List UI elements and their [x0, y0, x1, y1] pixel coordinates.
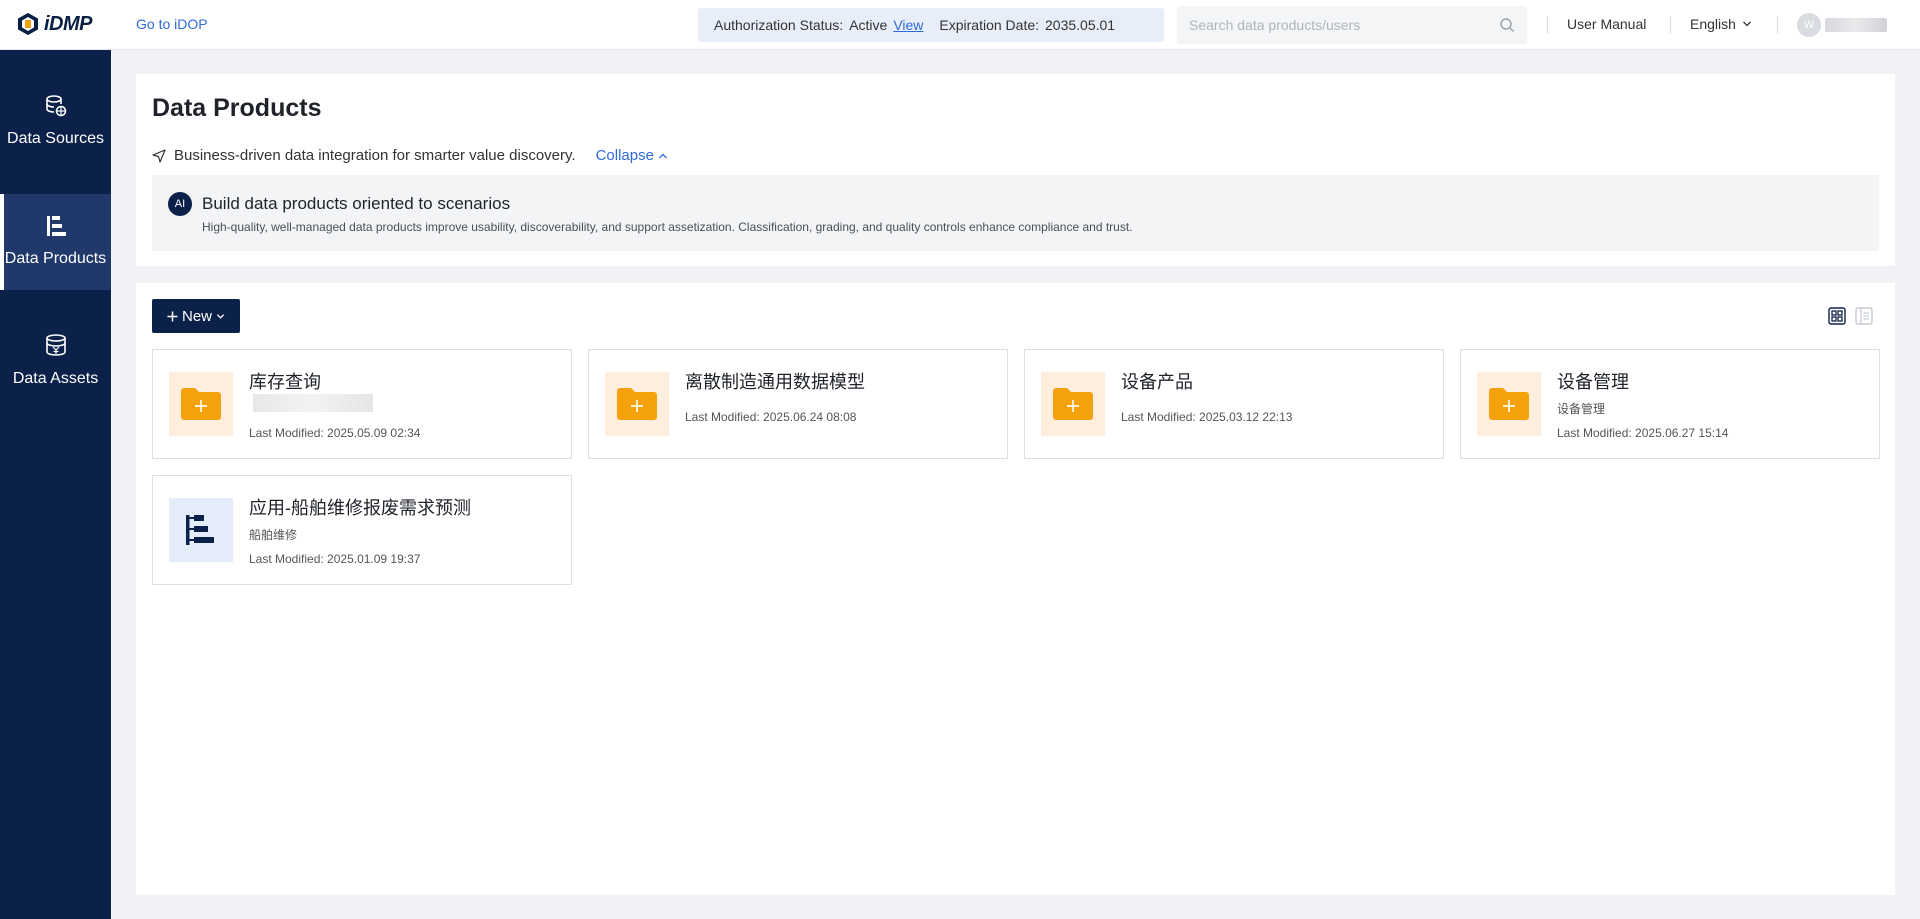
user-manual-link[interactable]: User Manual [1567, 16, 1646, 32]
product-card[interactable]: 库存查询 Last Modified: 2025.05.09 02:34 [152, 349, 572, 459]
folder-plus-icon [1489, 388, 1529, 420]
folder-thumbnail [1477, 372, 1541, 436]
folder-thumbnail [1041, 372, 1105, 436]
expiration-label: Expiration Date: [939, 17, 1040, 33]
auth-status-value: Active [849, 17, 888, 33]
tagline-text: Business-driven data integration for sma… [174, 147, 576, 164]
card-title: 库存查询 [249, 372, 321, 392]
products-panel: New 库存查询 Last Modified: 2025.05.09 02:34 [136, 283, 1895, 895]
card-modified-date: Last Modified: 2025.01.09 19:37 [249, 552, 421, 566]
chevron-down-icon [1742, 21, 1751, 27]
top-bar: iDMP Go to iDOP Authorization Status: Ac… [0, 0, 1920, 50]
info-banner: AI Build data products oriented to scena… [152, 175, 1879, 251]
expiration-date: 2035.05.01 [1045, 17, 1116, 33]
app-logo[interactable]: iDMP [16, 12, 93, 36]
sidebar-item-data-assets[interactable]: Data Assets [0, 314, 111, 410]
search-icon[interactable] [1499, 17, 1515, 33]
info-description: High-quality, well-managed data products… [202, 220, 1133, 234]
card-modified-date: Last Modified: 2025.06.27 15:14 [1557, 426, 1729, 440]
folder-thumbnail [605, 372, 669, 436]
page-header-card: Data Products Business-driven data integ… [136, 74, 1895, 266]
card-modified-date: Last Modified: 2025.03.12 22:13 [1121, 410, 1293, 424]
grid-view-icon[interactable] [1828, 307, 1846, 325]
card-title: 应用-船舶维修报废需求预测 [249, 498, 471, 518]
go-to-idop-link[interactable]: Go to iDOP [136, 16, 208, 32]
sidebar-item-label: Data Sources [7, 130, 104, 147]
folder-plus-icon [1053, 388, 1093, 420]
card-title: 离散制造通用数据模型 [685, 372, 865, 392]
page-title: Data Products [152, 94, 322, 122]
product-card[interactable]: 离散制造通用数据模型 Last Modified: 2025.06.24 08:… [588, 349, 1008, 459]
avatar[interactable]: W [1797, 13, 1821, 37]
user-menu[interactable]: W [1797, 13, 1887, 37]
card-subtitle-redacted [253, 394, 373, 412]
new-button-label: New [181, 307, 212, 325]
collapse-toggle[interactable]: Collapse [596, 147, 668, 164]
product-thumbnail [169, 498, 233, 562]
chevron-up-icon [658, 153, 667, 158]
auth-status-label: Authorization Status: [714, 17, 844, 33]
list-view-icon[interactable] [1855, 307, 1873, 325]
authorization-bar: Authorization Status: Active View Expira… [698, 8, 1164, 42]
coin-stack-icon [45, 334, 66, 356]
auth-view-link[interactable]: View [893, 17, 923, 33]
product-card[interactable]: 设备管理 设备管理 Last Modified: 2025.06.27 15:1… [1460, 349, 1880, 459]
search-input[interactable] [1189, 17, 1499, 33]
card-modified-date: Last Modified: 2025.06.24 08:08 [685, 410, 857, 424]
product-card[interactable]: 应用-船舶维修报废需求预测 船舶维修 Last Modified: 2025.0… [152, 475, 572, 585]
info-title: Build data products oriented to scenario… [202, 194, 511, 213]
new-button[interactable]: New [152, 299, 240, 333]
card-title: 设备管理 [1557, 372, 1629, 392]
username-redacted [1825, 18, 1887, 32]
tree-structure-icon [186, 515, 214, 545]
sidebar-item-data-products[interactable]: Data Products [0, 194, 111, 290]
search-box[interactable] [1177, 6, 1527, 44]
collapse-label: Collapse [595, 147, 654, 164]
logo-text: iDMP [44, 12, 93, 35]
folder-thumbnail [169, 372, 233, 436]
sidebar-item-data-sources[interactable]: Data Sources [0, 74, 111, 170]
sidebar-item-label: Data Products [4, 250, 107, 267]
product-card[interactable]: 设备产品 Last Modified: 2025.03.12 22:13 [1024, 349, 1444, 459]
logo-icon [18, 13, 38, 35]
card-subtitle: 船舶维修 [249, 528, 298, 542]
card-subtitle: 设备管理 [1557, 402, 1606, 416]
tree-structure-icon [46, 216, 66, 236]
chevron-down-icon [216, 313, 225, 319]
plus-icon [167, 311, 178, 321]
ai-badge: AI [168, 192, 192, 216]
folder-plus-icon [617, 388, 657, 420]
tagline-row: Business-driven data integration for sma… [152, 147, 668, 164]
send-icon [152, 148, 166, 163]
sidebar-item-label: Data Assets [12, 370, 99, 387]
divider [1777, 16, 1778, 34]
folder-plus-icon [181, 388, 221, 420]
database-icon [45, 95, 66, 117]
sidebar: Data Sources Data Products Data Assets [0, 50, 111, 919]
language-label: English [1690, 16, 1736, 32]
language-selector[interactable]: English [1690, 16, 1752, 32]
card-title: 设备产品 [1121, 372, 1193, 392]
divider [1547, 16, 1548, 34]
card-modified-date: Last Modified: 2025.05.09 02:34 [249, 426, 421, 440]
divider [1670, 16, 1671, 34]
